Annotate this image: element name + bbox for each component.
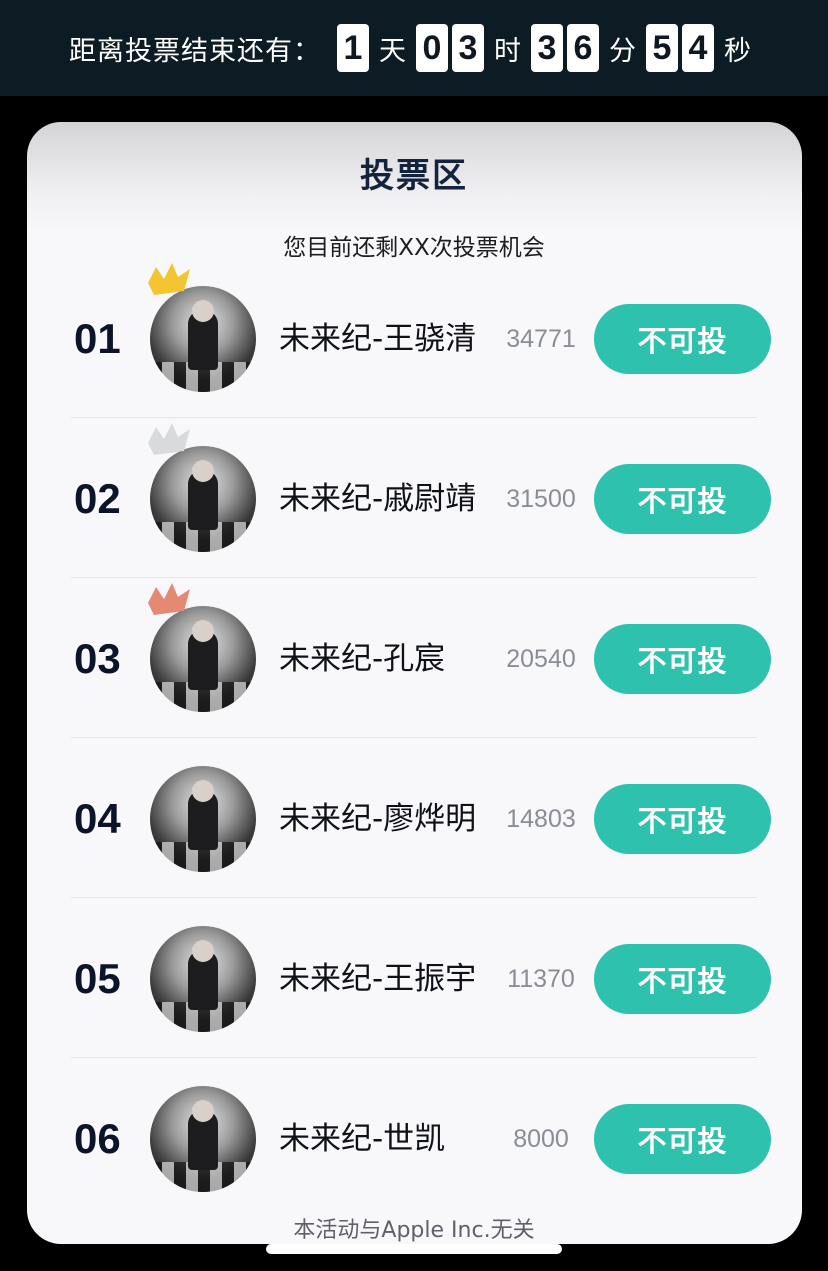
rank-number: 03 [74,635,121,682]
row-divider [71,417,757,418]
countdown-minutes-unit: 分 [609,35,636,67]
vote-button[interactable]: 不可投 [594,784,771,854]
candidate-row-2: 02 未来纪-戚尉靖 31500 不可投 [0,419,828,579]
vote-count: 31500 [506,485,576,513]
countdown-hours-unit: 时 [494,35,521,67]
avatar[interactable] [150,1086,256,1192]
vote-count: 11370 [507,965,575,993]
gold-crown-icon [148,263,190,295]
countdown-days-unit: 天 [379,35,406,67]
candidate-name: 未来纪-王骁清 [279,321,477,357]
countdown-label: 距离投票结束还有： [69,35,321,67]
countdown-seconds-digit-2: 4 [682,24,714,72]
avatar[interactable] [150,766,256,872]
vote-button[interactable]: 不可投 [594,464,771,534]
row-divider [71,1057,757,1058]
home-indicator[interactable] [266,1244,562,1254]
rank-number: 05 [74,955,121,1002]
vote-count: 20540 [506,645,576,673]
avatar[interactable] [150,286,256,392]
vote-button[interactable]: 不可投 [594,304,771,374]
countdown-seconds-digit-1: 5 [646,24,678,72]
disclaimer-footer: 本活动与Apple Inc.无关 [293,1218,535,1243]
avatar[interactable] [150,606,256,712]
countdown-bar: 距离投票结束还有： 1 天 0 3 时 3 6 分 5 4 秒 [0,0,828,96]
vote-count: 8000 [513,1125,569,1153]
vote-count: 14803 [506,805,576,833]
row-divider [71,577,757,578]
rank-number: 04 [74,795,121,842]
votes-remaining-text: 您目前还剩XX次投票机会 [283,235,545,261]
candidate-row-6: 06 未来纪-世凯 8000 不可投 [0,1059,828,1219]
candidate-name: 未来纪-世凯 [279,1121,446,1157]
candidate-row-1: 01 未来纪-王骁清 34771 不可投 [0,259,828,419]
candidate-row-5: 05 未来纪-王振宇 11370 不可投 [0,899,828,1059]
candidate-row-4: 04 未来纪-廖烨明 14803 不可投 [0,739,828,899]
avatar[interactable] [150,926,256,1032]
candidate-name: 未来纪-戚尉靖 [279,481,477,517]
avatar[interactable] [150,446,256,552]
rank-number: 02 [74,475,121,522]
vote-button[interactable]: 不可投 [594,944,771,1014]
rank-number: 01 [74,315,121,362]
vote-button[interactable]: 不可投 [594,1104,771,1174]
countdown-minutes-digit-2: 6 [567,24,599,72]
row-divider [71,737,757,738]
silver-crown-icon [148,423,190,455]
panel-title: 投票区 [360,156,468,196]
vote-count: 34771 [506,325,576,353]
countdown-seconds-unit: 秒 [724,35,751,67]
vote-button[interactable]: 不可投 [594,624,771,694]
row-divider [71,897,757,898]
countdown-minutes-digit-1: 3 [531,24,563,72]
candidate-name: 未来纪-廖烨明 [279,801,477,837]
bronze-crown-icon [148,583,190,615]
countdown-days-digit: 1 [337,24,369,72]
candidate-name: 未来纪-王振宇 [279,961,477,997]
rank-number: 06 [74,1115,121,1162]
candidate-name: 未来纪-孔宸 [279,641,446,677]
countdown-hours-digit-1: 0 [416,24,448,72]
countdown-hours-digit-2: 3 [452,24,484,72]
candidate-row-3: 03 未来纪-孔宸 20540 不可投 [0,579,828,739]
